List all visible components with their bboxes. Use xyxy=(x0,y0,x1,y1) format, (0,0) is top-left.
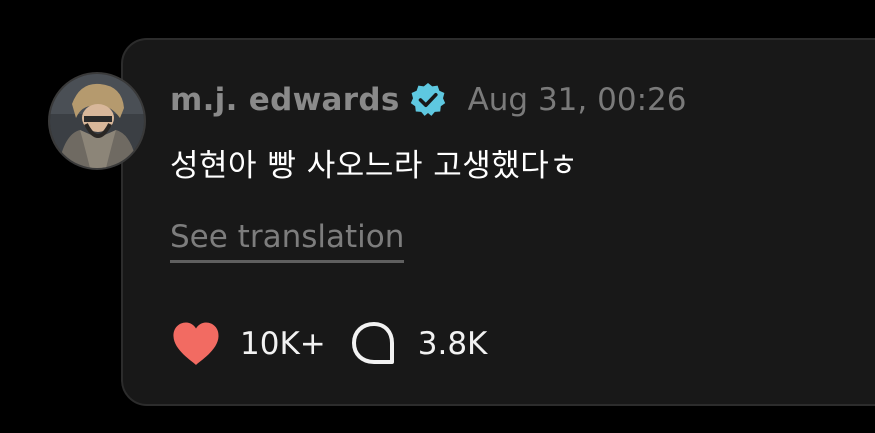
post-header: m.j. edwards Aug 31, 00:26 xyxy=(170,78,686,122)
like-button[interactable]: 10K+ xyxy=(170,320,326,368)
post-actions: 10K+ 3.8K xyxy=(170,320,487,368)
avatar-photo xyxy=(50,74,144,168)
replies-count: 3.8K xyxy=(417,326,488,362)
message-text: 성현아 빵 사오느라 고생했다ㅎ xyxy=(170,148,579,184)
username[interactable]: m.j. edwards xyxy=(170,82,400,118)
avatar[interactable] xyxy=(48,72,146,170)
reply-button[interactable]: 3.8K xyxy=(348,320,488,368)
screen: m.j. edwards Aug 31, 00:26 성현아 빵 사오느라 고생… xyxy=(0,0,875,433)
likes-count: 10K+ xyxy=(240,326,326,362)
see-translation-link[interactable]: See translation xyxy=(170,219,405,263)
timestamp: Aug 31, 00:26 xyxy=(467,82,687,118)
heart-icon xyxy=(170,320,222,368)
speech-bubble-icon xyxy=(348,320,400,368)
verified-badge-icon xyxy=(410,82,446,118)
